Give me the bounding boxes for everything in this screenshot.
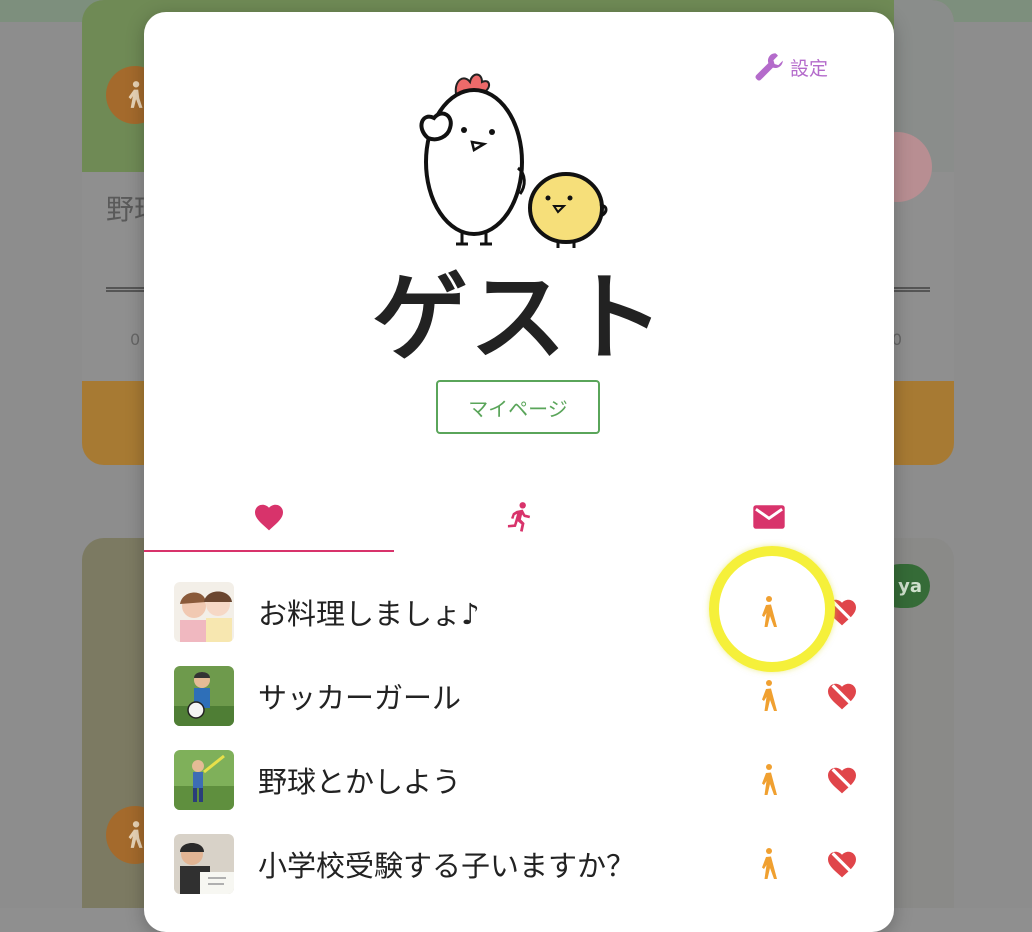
- list-item-title: 野球とかしよう: [258, 765, 462, 799]
- list-item-title: 小学校受験する子いますか？: [258, 849, 636, 883]
- background-card-count-left: 0: [130, 330, 141, 349]
- list-item[interactable]: 野球とかしよう: [144, 738, 894, 822]
- list-item-title: サッカーガール: [258, 681, 462, 715]
- tab-bar: [144, 482, 894, 552]
- running-icon: [507, 502, 531, 532]
- mypage-button[interactable]: マイページ: [436, 380, 600, 434]
- heart-icon: [255, 504, 283, 531]
- heart-broken-icon: [828, 851, 856, 878]
- walking-icon: [762, 680, 777, 711]
- join-button[interactable]: [748, 676, 788, 716]
- remove-favorite-button[interactable]: [822, 760, 862, 800]
- child-with-soccer-ball-photo: [174, 666, 234, 726]
- list-item-title: お料理しましょ♪: [258, 597, 480, 631]
- chicken-mascot-illustration: [419, 73, 608, 248]
- tab-messages[interactable]: [644, 482, 894, 552]
- settings-link[interactable]: 設定: [752, 50, 828, 84]
- list-item[interactable]: 小学校受験する子いますか？: [144, 822, 894, 906]
- heart-broken-icon: [828, 683, 856, 710]
- tab-favorites[interactable]: [144, 482, 394, 552]
- walking-icon: [762, 764, 777, 795]
- child-studying-photo: [174, 834, 234, 894]
- remove-favorite-button[interactable]: [822, 676, 862, 716]
- two-children-photo: [174, 582, 234, 642]
- settings-label: 設定: [789, 57, 828, 80]
- remove-favorite-button[interactable]: [822, 844, 862, 884]
- walking-icon: [762, 848, 777, 879]
- user-name: ゲスト: [372, 262, 666, 374]
- mail-icon: [753, 505, 785, 529]
- heart-broken-icon: [828, 767, 856, 794]
- join-button[interactable]: [748, 760, 788, 800]
- child-playing-baseball-photo: [174, 750, 234, 810]
- wrench-icon: [755, 53, 783, 81]
- tab-joined[interactable]: [394, 482, 644, 552]
- click-highlight-ring: [709, 546, 835, 672]
- join-button[interactable]: [748, 844, 788, 884]
- user-menu-panel: 設定 ゲスト マイページ お料理しましょ♪ サッカーガール 野球とかしよう 小学…: [144, 12, 894, 932]
